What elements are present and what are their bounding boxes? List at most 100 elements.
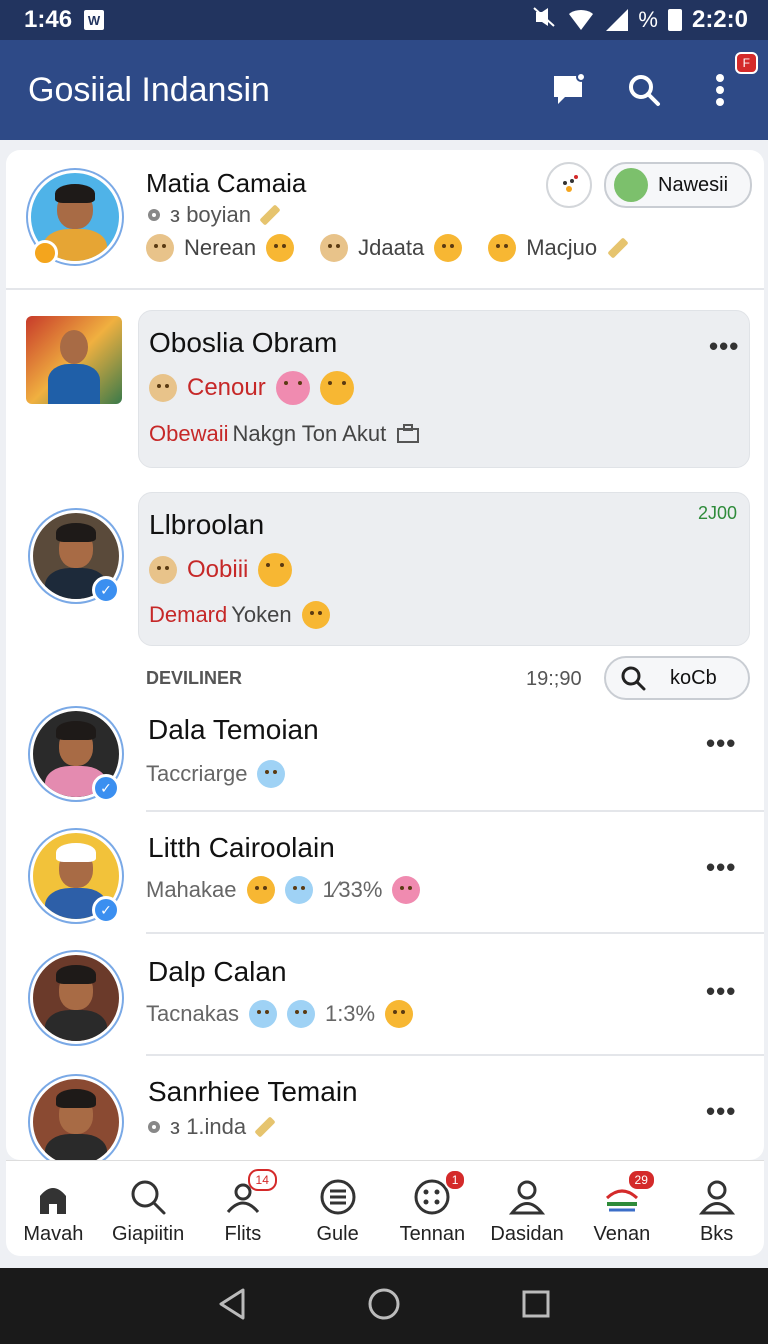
nav-item-tennan[interactable]: 1 Tennan <box>385 1161 480 1256</box>
nav-label: Bks <box>699 1223 734 1245</box>
nav-item-venan[interactable]: 29 Venan <box>575 1161 670 1256</box>
gear-icon <box>148 1121 160 1133</box>
face-icon <box>563 175 578 192</box>
hands-emoji-icon <box>257 760 286 788</box>
contact-avatar[interactable] <box>30 1076 122 1160</box>
pill-avatar <box>614 168 648 202</box>
reaction-button[interactable] <box>546 162 592 208</box>
post-card[interactable]: Oboslia Obram ••• Cenour Obewaii Nakgn T… <box>138 310 750 468</box>
tag-2[interactable]: Jdaata <box>358 235 424 261</box>
more-options-icon[interactable]: ••• <box>709 331 739 362</box>
profile-icon <box>697 1177 737 1217</box>
contact-name: Dalp Calan <box>148 956 287 987</box>
overflow-badge: F <box>734 52 758 74</box>
contact-detail: з 1.inda <box>146 1114 276 1140</box>
emoji-icon <box>146 234 174 262</box>
person-emoji-icon <box>149 374 177 402</box>
home-circle-icon[interactable] <box>367 1287 401 1326</box>
contact-detail-text: з 1.inda <box>170 1114 247 1139</box>
smile-emoji-icon <box>266 234 295 262</box>
pencil-icon <box>254 1116 276 1138</box>
nav-item-search[interactable]: Giapiitin <box>101 1161 196 1256</box>
nav-label: Dasidan <box>490 1223 564 1245</box>
chat-button[interactable] <box>548 70 588 110</box>
tag-3[interactable]: Macjuo <box>526 235 597 261</box>
nav-label: Flits <box>224 1223 262 1245</box>
post-thumbnail[interactable] <box>26 316 122 404</box>
recents-icon[interactable] <box>521 1289 551 1324</box>
contact-avatar[interactable] <box>30 952 122 1044</box>
people-icon: 14 <box>223 1169 277 1217</box>
tag-1[interactable]: Nerean <box>184 235 256 261</box>
contact-detail-text: Mahakae <box>146 877 237 902</box>
notification-icon: W <box>84 10 105 30</box>
contact-detail-text: Tacnakas <box>146 1001 239 1026</box>
more-options-icon[interactable]: ••• <box>706 728 736 759</box>
post-line-2-highlight: Obewaii <box>149 421 229 446</box>
post-card[interactable]: Llbroolan 2J00 Oobiii Demard Yoken <box>138 492 750 646</box>
contact-detail: Mahakae 1⁄33% <box>146 876 421 904</box>
smile-emoji-icon <box>385 1000 414 1028</box>
post-line-2: Obewaii Nakgn Ton Akut <box>149 421 420 447</box>
contact-name: Sanrhiee Temain <box>148 1076 358 1107</box>
post-author: Oboslia Obram <box>149 327 338 358</box>
pill-label: Nawesii <box>658 173 729 196</box>
status-clock: 2:2:0 <box>691 6 748 33</box>
nav-item-home[interactable]: Mavah <box>6 1161 101 1256</box>
section-time: 19:;90 <box>526 668 582 690</box>
post-line-1-text: Cenour <box>187 374 266 401</box>
profile-header: Matia Camaia з boyian Nerean Jdaata Macj… <box>6 150 764 290</box>
status-time: 1:46 <box>24 6 73 33</box>
chat-icon <box>554 73 585 104</box>
contact-row[interactable]: Dalp Calan ••• Tacnakas 1:3% <box>146 934 764 1056</box>
contact-row[interactable]: Litth Cairoolain ••• Mahakae 1⁄33% <box>146 812 764 934</box>
post-count: 2J00 <box>697 503 737 523</box>
nav-item-bks[interactable]: Bks <box>669 1161 764 1256</box>
app-bar-actions: F <box>548 52 758 110</box>
app-title: Gosiial Indansin <box>28 70 270 109</box>
follow-pill-button[interactable]: Nawesii <box>604 162 752 208</box>
app-bar: Gosiial Indansin F <box>0 40 768 140</box>
contact-row[interactable]: Dala Temoian ••• Taccriarge <box>146 698 764 812</box>
status-right: % 2:2:0 <box>532 6 748 35</box>
post-line-1: Cenour <box>149 371 354 405</box>
battery-percent: % <box>638 7 658 32</box>
more-options-icon[interactable]: ••• <box>706 976 736 1007</box>
grin-emoji-icon <box>246 876 275 904</box>
pencil-icon <box>259 204 281 226</box>
wifi-icon <box>566 10 597 30</box>
smile-emoji-icon <box>301 601 330 629</box>
overflow-menu-button[interactable]: F <box>700 52 758 110</box>
contact-stat: 1:3% <box>324 1001 376 1026</box>
person-icon <box>507 1177 547 1217</box>
nav-badge: 14 <box>247 1169 277 1191</box>
mask-emoji-icon <box>284 876 313 904</box>
dice-icon: 1 <box>412 1169 467 1217</box>
pencil-icon <box>607 237 629 259</box>
mute-icon <box>532 6 556 35</box>
menu-circle-icon <box>318 1177 358 1217</box>
search-button[interactable] <box>624 70 664 110</box>
contact-row[interactable]: Sanrhiee Temain ••• з 1.inda <box>146 1056 764 1160</box>
more-options-icon[interactable]: ••• <box>706 1096 736 1127</box>
smile-emoji-icon <box>434 234 463 262</box>
heart-emoji-icon <box>258 553 293 587</box>
back-icon[interactable] <box>217 1287 247 1326</box>
profile-sub-text: з boyian <box>170 202 252 227</box>
mask-emoji-icon <box>286 1000 315 1028</box>
section-search-button[interactable]: koCb <box>604 656 750 700</box>
status-dot-icon <box>32 240 58 266</box>
nav-item-dasidan[interactable]: Dasidan <box>480 1161 575 1256</box>
verified-icon: ✓ <box>92 576 120 604</box>
nav-item-gule[interactable]: Gule <box>290 1161 385 1256</box>
system-nav-bar <box>0 1268 768 1344</box>
search-icon <box>128 1177 168 1217</box>
nav-item-flits[interactable]: 14 Flits <box>196 1161 291 1256</box>
post-line-2-highlight: Demard <box>149 602 228 627</box>
more-options-icon[interactable]: ••• <box>706 852 736 883</box>
post-line-2-text: Nakgn Ton Akut <box>232 421 387 446</box>
post-line-2: Demard Yoken <box>149 601 330 629</box>
nav-label: Mavah <box>23 1223 84 1245</box>
emoji-icon <box>320 234 349 262</box>
battery-icon <box>667 9 682 31</box>
